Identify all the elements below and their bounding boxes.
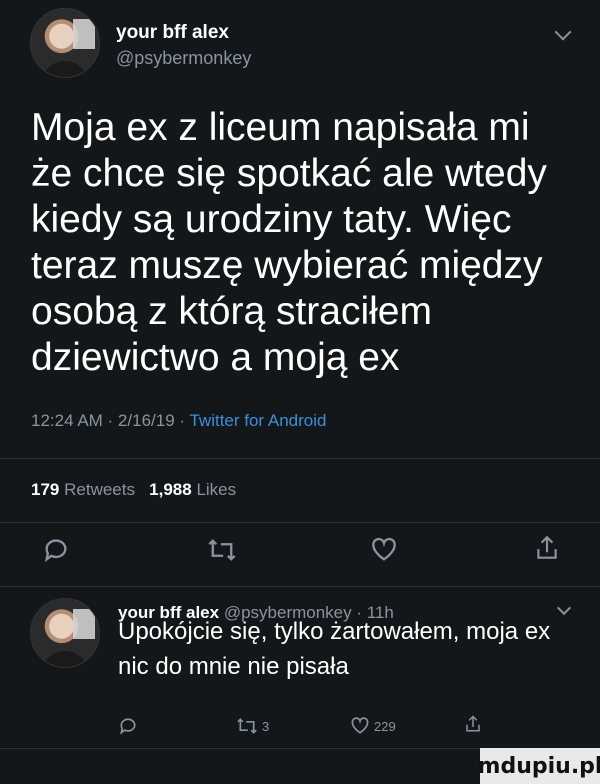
reply-text: Upokójcie się, tylko żartowałem, moja ex… [118,618,551,680]
retweets-label[interactable]: Retweets [64,480,135,499]
divider [0,586,600,587]
like-button[interactable] [370,536,398,564]
avatar-sign [73,609,95,639]
retweet-count: 3 [262,718,270,734]
handle[interactable]: @psybermonkey [116,48,251,69]
like-icon [351,717,369,734]
tweet-text: Moja ex z liceum napisała mi że chce się… [31,106,547,379]
tweet-source[interactable]: Twitter for Android [189,411,326,430]
likes-label[interactable]: Likes [196,480,236,499]
likes-count[interactable]: 1,988 [149,480,192,499]
retweet-button[interactable]: 3 [236,716,269,736]
retweet-icon [208,539,236,561]
avatar[interactable] [30,8,100,78]
reply-icon [120,718,136,735]
reply-button[interactable] [118,716,138,736]
chevron-down-icon[interactable] [554,23,572,41]
avatar-shirt [41,61,89,77]
retweet-button[interactable] [207,536,237,564]
display-name[interactable]: your bff alex [116,22,229,44]
share-button[interactable] [534,534,560,562]
tweet-meta: 12:24 AM · 2/16/19 · Twitter for Android [31,411,326,431]
avatar[interactable] [30,598,100,668]
retweets-count[interactable]: 179 [31,480,59,499]
like-button[interactable]: 229 [350,716,396,736]
watermark: mdupiu.pl [478,748,600,784]
retweet-icon [237,718,257,734]
timestamp: 12:24 AM · 2/16/19 · [31,411,190,430]
share-icon [537,535,557,559]
chevron-down-icon[interactable] [556,600,572,616]
tweet-stats: 179 Retweets 1,988 Likes [31,480,236,500]
reply-icon [44,539,67,563]
avatar-sign [73,19,95,49]
divider [0,458,600,459]
share-button[interactable] [464,714,482,734]
share-icon [466,715,480,732]
divider [0,522,600,523]
avatar-shirt [41,651,89,667]
like-icon [372,537,396,561]
like-count: 229 [374,718,396,734]
reply-button[interactable] [42,536,70,564]
